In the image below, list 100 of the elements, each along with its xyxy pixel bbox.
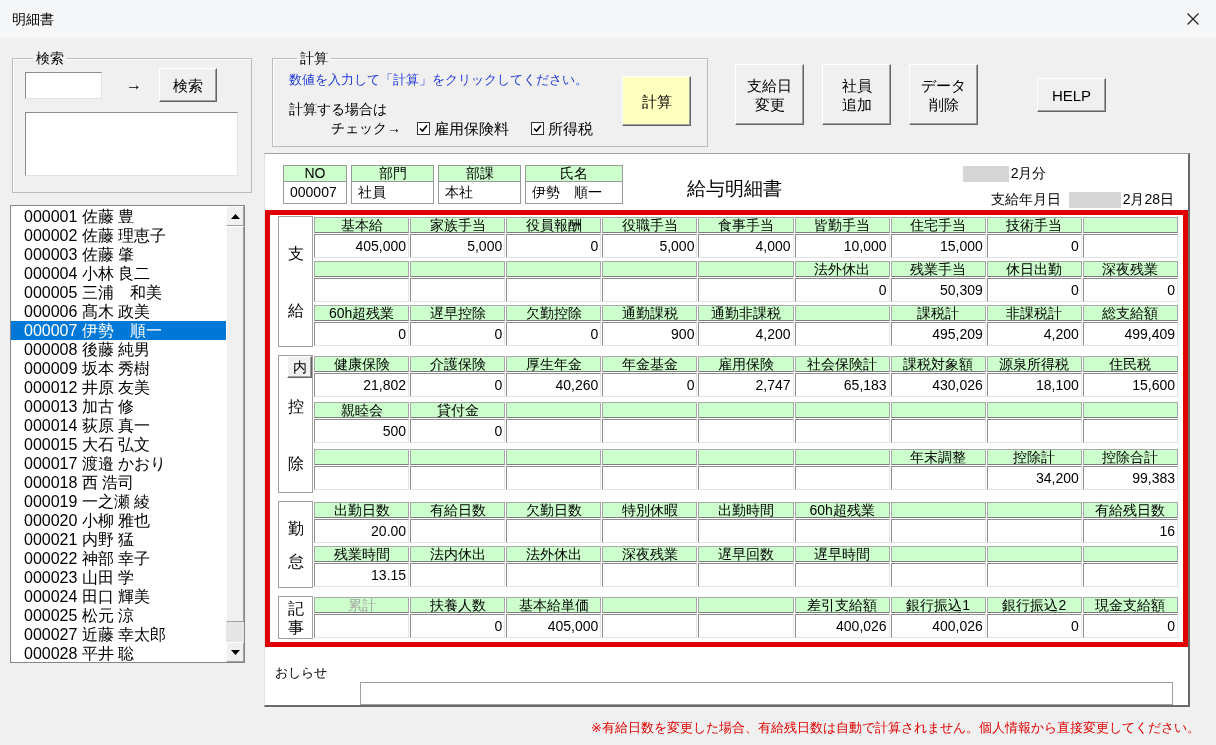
employee-list-item[interactable]: 000009 坂本 秀樹 bbox=[11, 359, 226, 378]
amount-field[interactable]: 0 bbox=[506, 322, 602, 346]
amount-field[interactable]: 4,000 bbox=[698, 234, 794, 258]
toolbar-button[interactable]: 社員 追加 bbox=[822, 64, 891, 125]
amount-field[interactable]: 0 bbox=[410, 322, 506, 346]
employee-list-item[interactable]: 000004 小林 良二 bbox=[11, 264, 226, 283]
amount-field[interactable] bbox=[794, 419, 890, 444]
amount-field[interactable]: 400,026 bbox=[794, 614, 890, 638]
amount-field[interactable] bbox=[314, 465, 410, 490]
amount-field[interactable] bbox=[410, 519, 506, 543]
amount-field[interactable] bbox=[794, 322, 890, 346]
amount-field[interactable]: 65,183 bbox=[794, 373, 890, 397]
employee-list-item[interactable]: 000023 山田 学 bbox=[11, 568, 226, 587]
amount-field[interactable] bbox=[794, 563, 890, 587]
amount-field[interactable] bbox=[602, 614, 698, 638]
detail-button[interactable]: 内 bbox=[287, 356, 312, 378]
amount-field[interactable] bbox=[506, 278, 602, 302]
employee-list-item[interactable]: 000020 小柳 雅也 bbox=[11, 511, 226, 530]
amount-field[interactable] bbox=[698, 614, 794, 638]
amount-field[interactable]: 5,000 bbox=[602, 234, 698, 258]
amount-field[interactable]: 18,100 bbox=[986, 373, 1082, 397]
employee-list-item[interactable]: 000007 伊勢 順一 bbox=[11, 321, 226, 340]
amount-field[interactable]: 34,200 bbox=[986, 465, 1082, 490]
search-button[interactable]: 検索 bbox=[159, 68, 217, 102]
amount-field[interactable] bbox=[1082, 563, 1178, 587]
amount-field[interactable] bbox=[602, 465, 698, 490]
amount-field[interactable]: 50,309 bbox=[890, 278, 986, 302]
help-button[interactable]: HELP bbox=[1037, 78, 1106, 112]
employee-list-item[interactable]: 000019 一之瀬 綾 bbox=[11, 492, 226, 511]
amount-field[interactable] bbox=[506, 419, 602, 444]
employee-list-item[interactable]: 000012 井原 友美 bbox=[11, 378, 226, 397]
amount-field[interactable] bbox=[890, 563, 986, 587]
checkbox[interactable] bbox=[531, 122, 544, 135]
amount-field[interactable]: 15,600 bbox=[1082, 373, 1178, 397]
employee-list[interactable] bbox=[10, 205, 245, 663]
amount-field[interactable]: 40,260 bbox=[506, 373, 602, 397]
amount-field[interactable] bbox=[410, 563, 506, 587]
amount-field[interactable] bbox=[506, 563, 602, 587]
amount-field[interactable] bbox=[602, 419, 698, 444]
amount-field[interactable] bbox=[698, 519, 794, 543]
amount-field[interactable] bbox=[698, 278, 794, 302]
amount-field[interactable]: 20.00 bbox=[314, 519, 410, 543]
amount-field[interactable] bbox=[986, 419, 1082, 444]
amount-field[interactable]: 10,000 bbox=[794, 234, 890, 258]
amount-field[interactable] bbox=[506, 465, 602, 490]
amount-field[interactable] bbox=[698, 563, 794, 587]
employee-list-item[interactable]: 000015 大石 弘文 bbox=[11, 435, 226, 454]
checkbox[interactable] bbox=[417, 122, 430, 135]
amount-field[interactable] bbox=[890, 419, 986, 444]
employee-list-item[interactable]: 000008 後藤 純男 bbox=[11, 340, 226, 359]
amount-field[interactable]: 405,000 bbox=[314, 234, 410, 258]
amount-field[interactable]: 5,000 bbox=[410, 234, 506, 258]
amount-field[interactable] bbox=[794, 519, 890, 543]
employee-list-item[interactable]: 000027 近藤 幸太郎 bbox=[11, 625, 226, 644]
amount-field[interactable]: 2,747 bbox=[698, 373, 794, 397]
calculate-button[interactable]: 計算 bbox=[622, 76, 691, 126]
employee-list-item[interactable]: 000014 荻原 真一 bbox=[11, 416, 226, 435]
amount-field[interactable]: 16 bbox=[1082, 519, 1178, 543]
employee-list-item[interactable]: 000006 髙木 政美 bbox=[11, 302, 226, 321]
employee-list-item[interactable]: 000018 西 浩司 bbox=[11, 473, 226, 492]
notice-field[interactable] bbox=[360, 682, 1173, 705]
amount-field[interactable] bbox=[602, 563, 698, 587]
employee-list-item[interactable]: 000005 三浦 和美 bbox=[11, 283, 226, 302]
employee-list-item[interactable]: 000002 佐藤 理恵子 bbox=[11, 226, 226, 245]
amount-field[interactable] bbox=[794, 465, 890, 490]
amount-field[interactable]: 0 bbox=[986, 614, 1082, 638]
amount-field[interactable]: 430,026 bbox=[890, 373, 986, 397]
amount-field[interactable]: 4,200 bbox=[986, 322, 1082, 346]
amount-field[interactable]: 900 bbox=[602, 322, 698, 346]
employee-list-item[interactable]: 000013 加古 修 bbox=[11, 397, 226, 416]
employee-list-item[interactable]: 000001 佐藤 豊 bbox=[11, 207, 226, 226]
employee-list-item[interactable]: 000025 松元 涼 bbox=[11, 606, 226, 625]
amount-field[interactable]: 400,026 bbox=[890, 614, 986, 638]
amount-field[interactable] bbox=[698, 465, 794, 490]
amount-field[interactable] bbox=[314, 614, 410, 638]
amount-field[interactable] bbox=[890, 519, 986, 543]
amount-field[interactable]: 495,209 bbox=[890, 322, 986, 346]
amount-field[interactable]: 0 bbox=[986, 278, 1082, 302]
amount-field[interactable]: 499,409 bbox=[1082, 322, 1178, 346]
scroll-up-button[interactable] bbox=[226, 206, 244, 226]
employee-list-item[interactable]: 000017 渡邉 かおり bbox=[11, 454, 226, 473]
amount-field[interactable] bbox=[602, 278, 698, 302]
employee-list-item[interactable]: 000024 田口 輝美 bbox=[11, 587, 226, 606]
amount-field[interactable]: 500 bbox=[314, 419, 410, 444]
amount-field[interactable]: 0 bbox=[410, 373, 506, 397]
amount-field[interactable] bbox=[986, 563, 1082, 587]
amount-field[interactable] bbox=[1082, 419, 1178, 444]
amount-field[interactable] bbox=[986, 519, 1082, 543]
search-results-field[interactable] bbox=[25, 112, 238, 176]
employee-list-item[interactable]: 000028 平井 聡 bbox=[11, 644, 226, 662]
amount-field[interactable] bbox=[506, 519, 602, 543]
amount-field[interactable] bbox=[1082, 234, 1178, 258]
amount-field[interactable]: 0 bbox=[794, 278, 890, 302]
amount-field[interactable]: 13.15 bbox=[314, 563, 410, 587]
amount-field[interactable] bbox=[698, 419, 794, 444]
amount-field[interactable]: 0 bbox=[602, 373, 698, 397]
amount-field[interactable]: 4,200 bbox=[698, 322, 794, 346]
employee-list-item[interactable]: 000021 内野 猛 bbox=[11, 530, 226, 549]
scroll-down-button[interactable] bbox=[226, 642, 244, 662]
amount-field[interactable]: 0 bbox=[986, 234, 1082, 258]
